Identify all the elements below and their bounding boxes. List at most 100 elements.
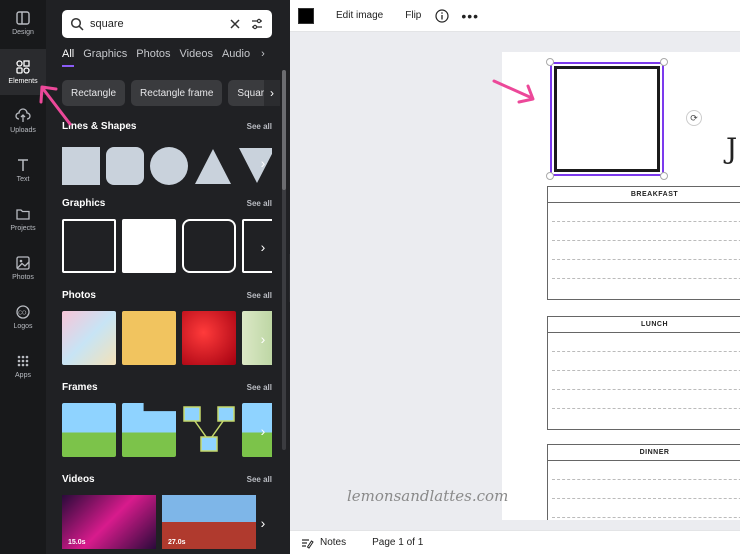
tab-photos[interactable]: Photos	[136, 48, 170, 65]
watermark: lemonsandlattes.com	[347, 487, 509, 505]
photo-red-gradient[interactable]	[182, 311, 236, 365]
more-options-icon[interactable]: •••	[461, 8, 479, 24]
frame-tree-diagram[interactable]	[182, 403, 236, 457]
tabs-next-icon[interactable]: ›	[261, 48, 265, 60]
bottom-bar: Notes Page 1 of 1	[290, 530, 740, 554]
rail-uploads-label: Uploads	[10, 127, 36, 134]
search-box[interactable]: square	[62, 10, 272, 38]
rail-apps[interactable]: Apps	[0, 343, 46, 389]
apps-icon	[17, 355, 29, 367]
rail-projects-label: Projects	[10, 225, 36, 232]
see-all-link[interactable]: See all	[247, 199, 272, 208]
video-duration: 15.0s	[68, 539, 86, 546]
rail-logos-label: Logos	[13, 323, 33, 330]
color-swatch[interactable]	[298, 7, 314, 24]
rail-design[interactable]: Design	[0, 0, 46, 46]
see-all-link[interactable]: See all	[247, 475, 272, 484]
resize-handle[interactable]	[546, 58, 554, 66]
design-icon	[16, 11, 30, 25]
lunch-title: LUNCH	[548, 317, 740, 333]
selected-square-frame[interactable]	[550, 62, 664, 176]
ruled-line	[552, 390, 740, 409]
edit-image-button[interactable]: Edit image	[336, 10, 383, 21]
notes-button[interactable]: Notes	[320, 537, 346, 548]
lunch-box[interactable]: LUNCH	[547, 316, 740, 430]
folder-icon	[16, 209, 30, 220]
rotate-icon[interactable]: ⟳	[686, 110, 702, 126]
video-thumbnail[interactable]: 15.0s	[62, 495, 156, 549]
ruled-line	[552, 333, 740, 352]
graphics-next-icon[interactable]: ›	[254, 234, 272, 260]
chip-rectangle-frame[interactable]: Rectangle frame	[131, 80, 223, 106]
graphic-outline-square[interactable]	[62, 219, 116, 273]
videos-next-icon[interactable]: ›	[254, 510, 272, 536]
ruled-line	[552, 480, 740, 499]
close-icon[interactable]	[228, 17, 242, 31]
rail-photos[interactable]: Photos	[0, 245, 46, 291]
circle-shape[interactable]	[150, 147, 188, 185]
script-decoration: J	[726, 132, 738, 165]
breakfast-title: BREAKFAST	[548, 187, 740, 203]
context-toolbar: Edit image Flip •••	[290, 0, 740, 32]
category-tabs: All Graphics Photos Videos Audio ›	[62, 48, 280, 70]
see-all-link[interactable]: See all	[247, 291, 272, 300]
search-icon	[70, 17, 84, 31]
photos-next-icon[interactable]: ›	[254, 326, 272, 352]
resize-handle[interactable]	[546, 172, 554, 180]
svg-text:CO.: CO.	[18, 310, 28, 316]
tab-graphics[interactable]: Graphics	[83, 48, 127, 65]
resize-handle[interactable]	[660, 172, 668, 180]
video-thumbnail[interactable]: 27.0s	[162, 495, 256, 549]
see-all-link[interactable]: See all	[247, 383, 272, 392]
ruled-line	[552, 203, 740, 222]
rail-apps-label: Apps	[15, 372, 31, 379]
tab-audio[interactable]: Audio	[222, 48, 250, 65]
frames-next-icon[interactable]: ›	[254, 418, 272, 444]
rounded-square-shape[interactable]	[106, 147, 144, 185]
design-page[interactable]: ⟳ J BREAKFAST LUNCH DINNER	[502, 52, 740, 520]
notes-icon[interactable]	[300, 536, 314, 550]
ruled-line	[552, 371, 740, 390]
search-input[interactable]: square	[90, 18, 220, 30]
triangle-shape[interactable]	[194, 147, 232, 185]
info-icon[interactable]	[435, 8, 449, 23]
rail-design-label: Design	[12, 29, 34, 36]
shapes-next-icon[interactable]: ›	[254, 150, 272, 176]
photo-pastel-gradient[interactable]	[62, 311, 116, 365]
rail-elements-label: Elements	[8, 78, 38, 85]
flip-button[interactable]: Flip	[405, 10, 421, 21]
section-title: Videos	[62, 473, 95, 485]
dinner-title: DINNER	[548, 445, 740, 461]
square-shape[interactable]	[62, 147, 100, 185]
ruled-line	[552, 352, 740, 371]
page-indicator[interactable]: Page 1 of 1	[372, 537, 423, 548]
graphic-white-square[interactable]	[122, 219, 176, 273]
ruled-line	[552, 260, 740, 279]
pink-arrow-icon	[39, 85, 72, 126]
rail-text[interactable]: Text	[0, 147, 46, 193]
dinner-box[interactable]: DINNER	[547, 444, 740, 520]
breakfast-box[interactable]: BREAKFAST	[547, 186, 740, 300]
photo-yellow-texture[interactable]	[122, 311, 176, 365]
frame-cutout[interactable]	[122, 403, 176, 457]
filter-icon[interactable]	[250, 17, 264, 31]
section-lines-shapes: Lines & Shapes See all ›	[62, 118, 272, 188]
panel-scroll-thumb[interactable]	[282, 70, 286, 190]
section-title: Frames	[62, 381, 98, 393]
frame-landscape[interactable]	[62, 403, 116, 457]
ruled-line	[552, 241, 740, 260]
resize-handle[interactable]	[660, 58, 668, 66]
see-all-link[interactable]: See all	[247, 122, 272, 131]
video-duration: 27.0s	[168, 539, 186, 546]
upload-icon	[15, 108, 31, 122]
chips-next-icon[interactable]: ›	[264, 80, 280, 106]
photo-icon	[16, 256, 30, 270]
section-photos: Photos See all ›	[62, 287, 272, 367]
graphic-rounded-outline[interactable]	[182, 219, 236, 273]
tab-all[interactable]: All	[62, 48, 75, 67]
rail-projects[interactable]: Projects	[0, 196, 46, 242]
logo-icon: CO.	[16, 305, 30, 319]
tab-videos[interactable]: Videos	[180, 48, 213, 65]
rail-logos[interactable]: CO. Logos	[0, 294, 46, 340]
suggestion-chips: Rectangle Rectangle frame Square fra ›	[62, 80, 280, 108]
